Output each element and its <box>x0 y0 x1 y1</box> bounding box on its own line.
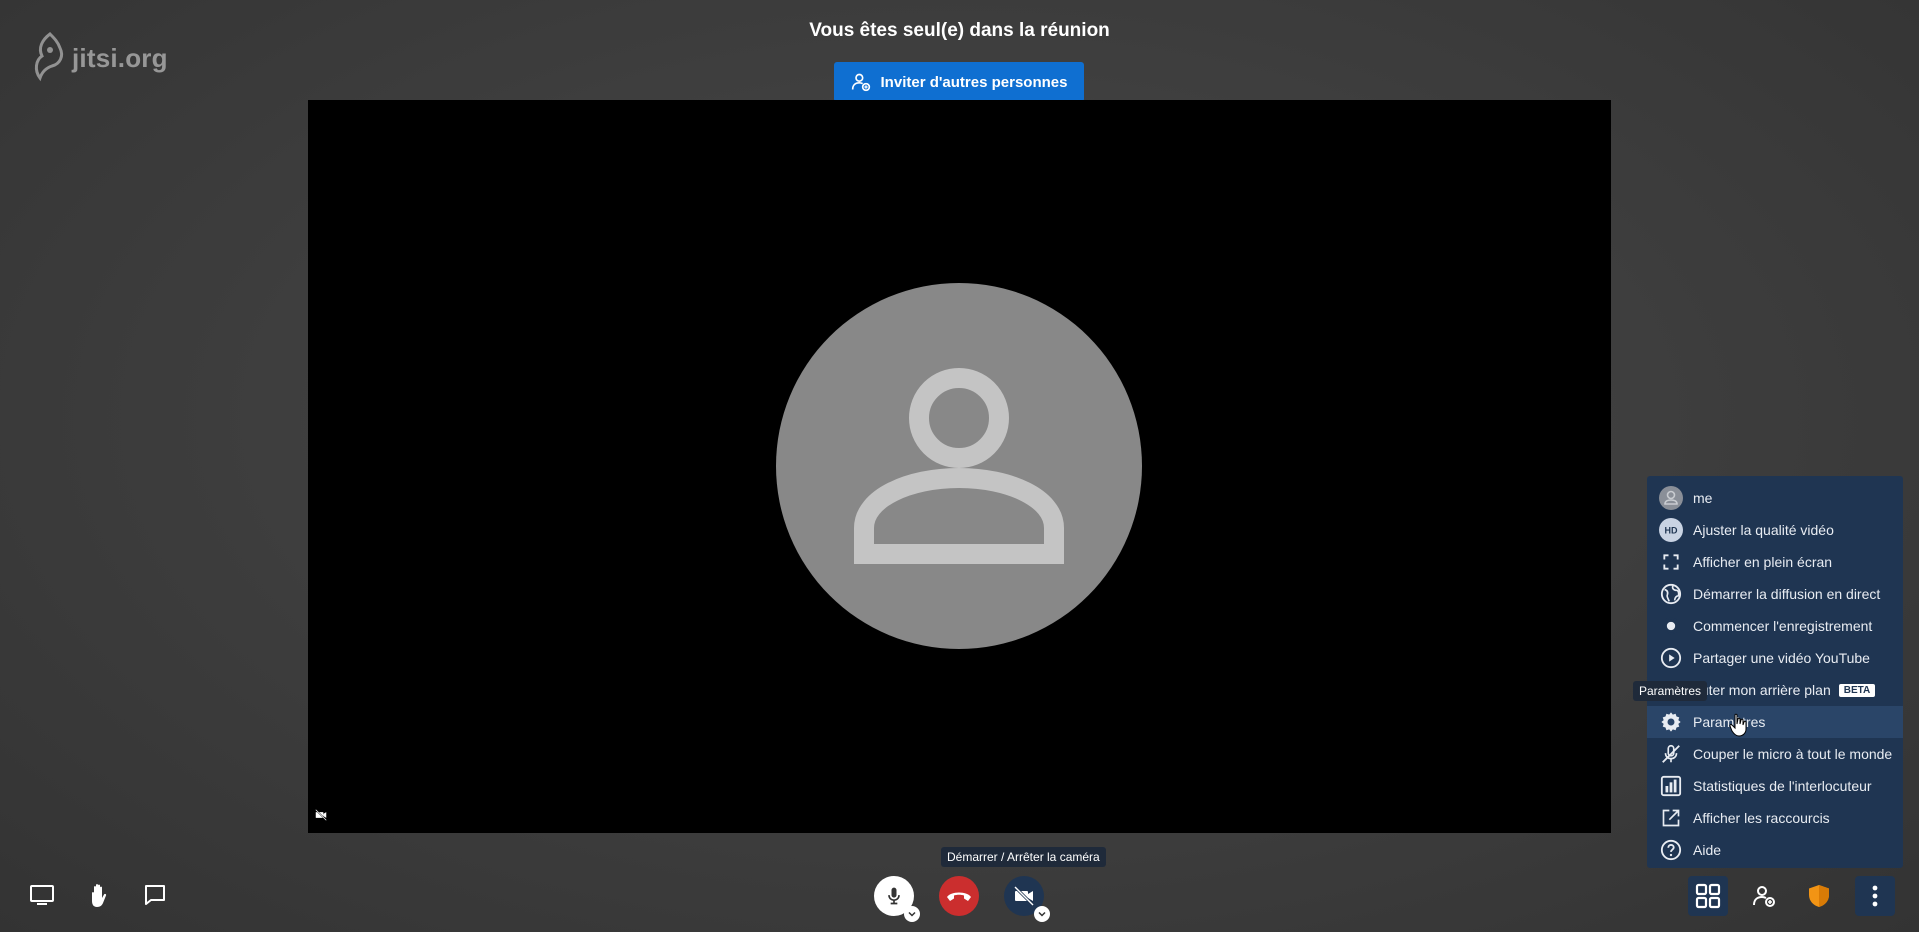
raise-hand-button[interactable] <box>79 875 119 915</box>
fullscreen-icon <box>1659 550 1683 574</box>
logo-text: jitsi.org <box>72 42 168 73</box>
microphone-icon <box>888 887 900 905</box>
menu-item-label: Statistiques de l'interlocuteur <box>1693 778 1872 794</box>
chat-icon <box>145 885 165 905</box>
avatar-icon <box>1659 486 1683 510</box>
tile-view-icon <box>1695 883 1721 909</box>
mic-off-icon <box>1659 742 1683 766</box>
chevron-down-icon <box>908 911 916 917</box>
record-icon <box>1659 614 1683 638</box>
raise-hand-icon <box>92 884 107 907</box>
menu-item-label: outer mon arrière plan <box>1693 682 1831 698</box>
menu-item-label: Partager une vidéo YouTube <box>1693 650 1870 666</box>
shortcut-icon <box>1659 806 1683 830</box>
meeting-status-title: Vous êtes seul(e) dans la réunion <box>809 20 1110 41</box>
menu-item-label: me <box>1693 490 1713 506</box>
camera-toggle-tooltip: Démarrer / Arrêter la caméra <box>941 847 1106 867</box>
globe-icon <box>1659 582 1683 606</box>
stats-icon <box>1659 774 1683 798</box>
microphone-options-button[interactable] <box>904 906 920 922</box>
play-icon <box>1659 646 1683 670</box>
hd-icon: HD <box>1659 518 1683 542</box>
hand-cursor-icon <box>1729 713 1749 742</box>
beta-badge: BETA <box>1838 683 1876 697</box>
participant-avatar <box>776 283 1142 649</box>
menu-item-settings[interactable]: Paramètres <box>1647 706 1903 738</box>
chevron-down-icon <box>1038 911 1046 917</box>
gear-icon <box>1659 710 1683 734</box>
more-actions-menu: me HD Ajuster la qualité vidéo Afficher … <box>1647 476 1903 868</box>
hangup-icon <box>947 892 971 901</box>
menu-item-profile[interactable]: me <box>1647 482 1903 514</box>
video-stage <box>308 100 1611 833</box>
menu-item-label: Afficher les raccourcis <box>1693 810 1830 826</box>
menu-item-video-quality[interactable]: HD Ajuster la qualité vidéo <box>1647 514 1903 546</box>
screen-share-icon <box>30 885 54 905</box>
hangup-button[interactable] <box>939 876 979 916</box>
more-vertical-icon <box>1872 885 1878 907</box>
menu-item-recording[interactable]: Commencer l'enregistrement <box>1647 610 1903 642</box>
chat-button[interactable] <box>135 875 175 915</box>
share-screen-button[interactable] <box>22 875 62 915</box>
camera-muted-indicator-icon <box>314 808 328 827</box>
invite-people-label: Inviter d'autres personnes <box>880 73 1068 91</box>
invite-people-button[interactable]: Inviter d'autres personnes <box>834 62 1084 102</box>
menu-item-fullscreen[interactable]: Afficher en plein écran <box>1647 546 1903 578</box>
menu-item-speaker-stats[interactable]: Statistiques de l'interlocuteur <box>1647 770 1903 802</box>
security-options-button[interactable] <box>1799 876 1839 916</box>
tile-view-button[interactable] <box>1688 876 1728 916</box>
menu-item-mute-everyone[interactable]: Couper le micro à tout le monde <box>1647 738 1903 770</box>
user-silhouette-icon <box>854 368 1064 564</box>
menu-item-shortcuts[interactable]: Afficher les raccourcis <box>1647 802 1903 834</box>
menu-item-label: Aide <box>1693 842 1722 858</box>
svg-text:HD: HD <box>1665 526 1678 536</box>
menu-item-label: Ajuster la qualité vidéo <box>1693 522 1834 538</box>
help-icon <box>1659 838 1683 862</box>
shield-icon <box>1809 885 1829 907</box>
menu-item-label: Couper le micro à tout le monde <box>1693 746 1893 762</box>
microphone-button[interactable] <box>874 876 920 922</box>
participants-button[interactable] <box>1744 876 1784 916</box>
camera-off-icon <box>1013 885 1035 907</box>
menu-item-label: Afficher en plein écran <box>1693 554 1833 570</box>
menu-item-label: Commencer l'enregistrement <box>1693 618 1873 634</box>
camera-options-button[interactable] <box>1034 906 1050 922</box>
menu-item-livestream[interactable]: Démarrer la diffusion en direct <box>1647 578 1903 610</box>
add-person-icon <box>1753 886 1775 907</box>
add-person-icon <box>851 73 870 92</box>
menu-item-label: Démarrer la diffusion en direct <box>1693 586 1881 602</box>
settings-tooltip: Paramètres <box>1633 681 1708 701</box>
menu-item-share-youtube[interactable]: Partager une vidéo YouTube <box>1647 642 1903 674</box>
camera-button[interactable] <box>1004 876 1050 922</box>
menu-item-help[interactable]: Aide <box>1647 834 1903 866</box>
more-actions-button[interactable] <box>1855 876 1895 916</box>
